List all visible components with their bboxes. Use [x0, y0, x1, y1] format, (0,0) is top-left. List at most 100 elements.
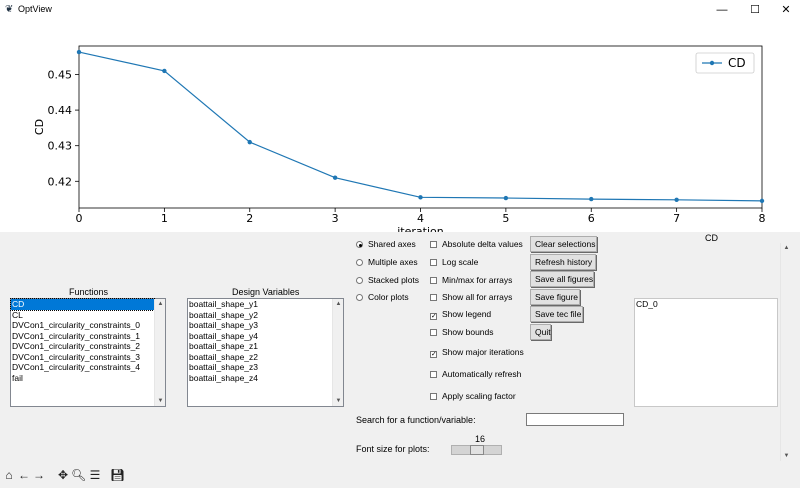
y-tick-label: 0.42 [48, 175, 73, 188]
list-item[interactable]: fail [11, 373, 165, 384]
design-variables-listbox[interactable]: boattail_shape_y1 boattail_shape_y2 boatta… [187, 298, 344, 407]
checkbox-box[interactable]: ✓ [430, 351, 437, 358]
option-checkbox-show-major-iterations[interactable]: ✓ Show major iterations [430, 346, 524, 358]
list-item[interactable]: boattail_shape_z2 [188, 352, 343, 363]
checkbox-label: Automatically refresh [442, 369, 522, 379]
list-item[interactable]: CD_0 [635, 299, 777, 310]
x-tick-label: 3 [332, 212, 339, 225]
option-checkbox-show-bounds[interactable]: Show bounds [430, 326, 494, 338]
quit-button[interactable]: Quit [530, 324, 551, 340]
back-icon[interactable]: ← [17, 468, 31, 482]
list-item[interactable]: boattail_shape_y4 [188, 331, 343, 342]
y-tick-label: 0.45 [48, 68, 73, 81]
list-item[interactable]: DVCon1_circularity_constraints_3 [11, 352, 165, 363]
save-tec-file-button[interactable]: Save tec file [530, 306, 583, 322]
list-item[interactable]: CL [11, 310, 165, 321]
maximize-button[interactable]: ☐ [740, 2, 770, 18]
checkbox-box[interactable] [430, 329, 437, 336]
y-tick-label: 0.43 [48, 140, 73, 153]
search-input[interactable] [526, 413, 624, 426]
legend-marker [709, 60, 715, 66]
option-checkbox-automatically-refresh[interactable]: Automatically refresh [430, 368, 521, 380]
window-title: OptView [18, 4, 52, 14]
design-variables-scrollbar[interactable]: ▲ ▼ [332, 299, 343, 406]
font-size-value: 16 [475, 434, 486, 444]
save-figure-button[interactable]: Save figure [530, 289, 580, 305]
configure-icon[interactable]: ☰ [88, 468, 102, 482]
selected-keys-listbox[interactable]: CD_0 [634, 298, 778, 407]
font-size-label: Font size for plots: [356, 444, 430, 454]
save-icon[interactable]: 💾︎ [110, 468, 125, 482]
radio-label: Shared axes [368, 239, 416, 249]
checkbox-box[interactable]: ✓ [430, 313, 437, 320]
option-checkbox-show-all-for-arrays[interactable]: Show all for arrays [430, 291, 512, 303]
refresh-history-button[interactable]: Refresh history [530, 254, 596, 270]
y-tick-label: 0.44 [48, 104, 73, 117]
option-checkbox-apply-scaling-factor[interactable]: Apply scaling factor [430, 390, 516, 402]
option-checkbox-log-scale[interactable]: Log scale [430, 256, 478, 268]
list-item[interactable]: boattail_shape_z3 [188, 362, 343, 373]
plot-mode-radio-multiple-axes[interactable]: Multiple axes [356, 256, 418, 268]
app-icon: ❦ [5, 4, 14, 15]
search-label: Search for a function/variable: [356, 415, 476, 425]
close-button[interactable]: ✕ [771, 2, 800, 18]
radio-indicator[interactable] [356, 259, 363, 266]
option-checkbox-absolute-delta-values[interactable]: Absolute delta values [430, 238, 523, 250]
functions-header: Functions [69, 287, 109, 297]
plot-canvas[interactable]: 0 1 2 3 4 5 6 7 8 0.42 0.43 0.44 0.45 CD iteration CD [0, 20, 800, 232]
home-icon[interactable]: ⌂ [2, 468, 16, 482]
checkbox-box[interactable] [430, 371, 437, 378]
right-panel-scrollbar[interactable]: ▲ ▼ [780, 243, 791, 461]
radio-indicator[interactable] [356, 241, 363, 248]
option-checkbox-show-legend[interactable]: ✓ Show legend [430, 308, 491, 320]
list-item[interactable]: CD [10, 298, 155, 311]
font-size-slider-thumb[interactable] [469, 445, 484, 455]
checkbox-box[interactable] [430, 294, 437, 301]
font-size-slider[interactable] [451, 445, 502, 455]
clear-selections-button[interactable]: Clear selections [530, 236, 597, 252]
y-axis-label: CD [33, 119, 46, 135]
title-bar: ❦ OptView — ☐ ✕ [0, 0, 800, 20]
radio-indicator[interactable] [356, 294, 363, 301]
save-all-figures-button[interactable]: Save all figures [530, 271, 594, 287]
radio-indicator[interactable] [356, 277, 363, 284]
checkbox-box[interactable] [430, 241, 437, 248]
list-item[interactable]: DVCon1_circularity_constraints_4 [11, 362, 165, 373]
x-tick-label: 2 [246, 212, 253, 225]
functions-listbox[interactable]: CD CL DVCon1_circularity_constraints_0 DVCo… [10, 298, 166, 407]
checkbox-label: Apply scaling factor [442, 391, 516, 401]
checkbox-label: Show all for arrays [442, 292, 513, 302]
list-item[interactable]: boattail_shape_z4 [188, 373, 343, 384]
selected-function-header: CD [705, 233, 718, 243]
list-item[interactable]: boattail_shape_y3 [188, 320, 343, 331]
list-item[interactable]: DVCon1_circularity_constraints_0 [11, 320, 165, 331]
plot-mode-radio-stacked-plots[interactable]: Stacked plots [356, 274, 419, 286]
legend-label: CD [728, 56, 746, 70]
list-item[interactable]: boattail_shape_z1 [188, 341, 343, 352]
x-tick-label: 7 [673, 212, 680, 225]
list-item[interactable]: boattail_shape_y2 [188, 310, 343, 321]
zoom-icon[interactable]: 🔍︎ [71, 468, 86, 482]
series-line-cd [78, 51, 763, 202]
checkbox-box[interactable] [430, 259, 437, 266]
option-checkbox-min-max-for-arrays[interactable]: Min/max for arrays [430, 274, 512, 286]
x-tick-label: 4 [417, 212, 424, 225]
checkbox-box[interactable] [430, 393, 437, 400]
data-point [503, 195, 509, 201]
list-item[interactable]: DVCon1_circularity_constraints_1 [11, 331, 165, 342]
functions-scrollbar[interactable]: ▲ ▼ [154, 299, 165, 406]
checkbox-box[interactable] [430, 277, 437, 284]
x-tick-label: 1 [161, 212, 168, 225]
x-tick-label: 5 [502, 212, 509, 225]
minimize-button[interactable]: — [707, 2, 737, 18]
plot-mode-radio-color-plots[interactable]: Color plots [356, 291, 409, 303]
list-item[interactable]: DVCon1_circularity_constraints_2 [11, 341, 165, 352]
list-item[interactable]: boattail_shape_y1 [188, 299, 343, 310]
checkbox-label: Show legend [442, 309, 492, 319]
plot-mode-radio-shared-axes[interactable]: Shared axes [356, 238, 416, 250]
pan-icon[interactable]: ✥ [56, 468, 70, 482]
forward-icon[interactable]: → [32, 468, 46, 482]
data-point [332, 175, 338, 180]
data-point [247, 139, 252, 145]
data-point [589, 196, 594, 202]
